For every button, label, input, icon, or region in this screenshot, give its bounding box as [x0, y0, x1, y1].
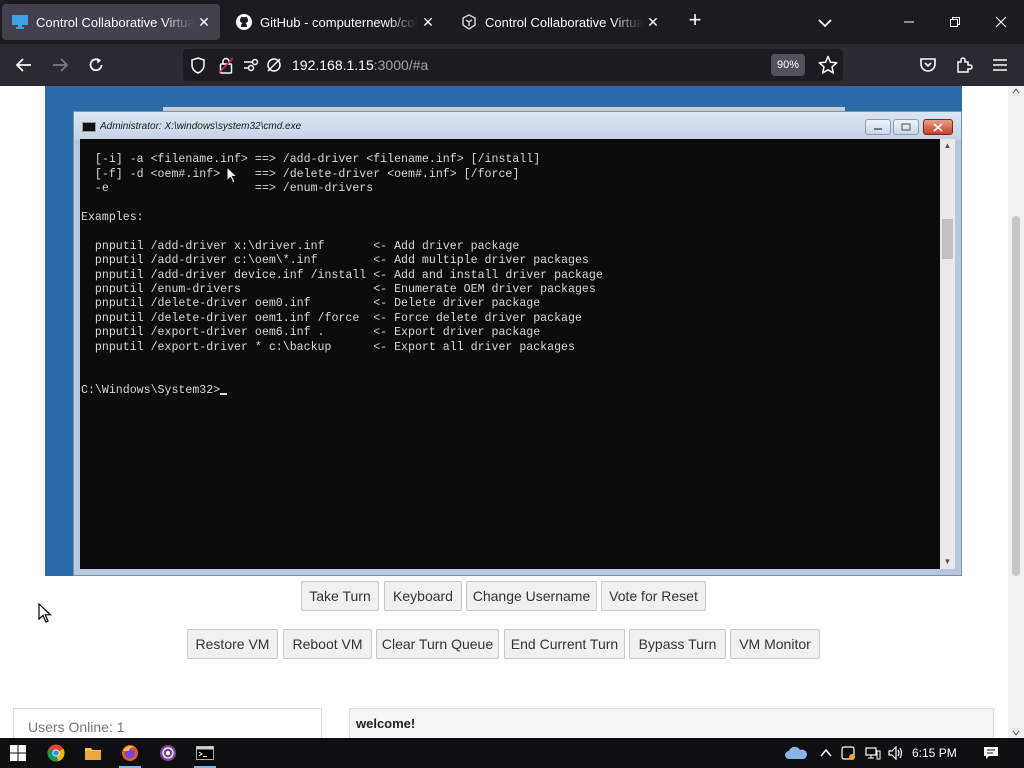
scroll-up-arrow-icon[interactable]: ▲	[942, 141, 953, 151]
console-text: [-i] -a <filename.inf> ==> /add-driver <…	[81, 153, 603, 397]
users-online-panel: Users Online: 1	[13, 708, 322, 738]
app-menu-icon[interactable]	[986, 52, 1014, 78]
console-scrollbar[interactable]: ▲ ▼	[940, 139, 955, 569]
browser-nav-bar: 192.168.1.15:3000/#a 90%	[0, 44, 1024, 86]
taskbar-clock[interactable]: 6:15 PM	[912, 746, 957, 760]
pocket-icon[interactable]	[914, 52, 942, 78]
tab-title: Control Collaborative Virtual Machines	[485, 14, 643, 30]
chrome-icon[interactable]	[41, 741, 71, 765]
cmd-minimize-icon[interactable]	[865, 119, 891, 135]
bypass-turn-button[interactable]: Bypass Turn	[629, 629, 726, 659]
tracking-blocked-icon[interactable]	[265, 56, 283, 74]
list-all-tabs-icon[interactable]	[814, 12, 836, 34]
volume-icon[interactable]	[884, 741, 908, 765]
page-scroll-thumb[interactable]	[1012, 216, 1020, 576]
close-tab-icon[interactable]: ✕	[418, 12, 438, 32]
url-text: 192.168.1.15:3000/#a	[292, 57, 429, 73]
firefox-icon[interactable]	[115, 741, 145, 768]
close-window-icon[interactable]	[978, 0, 1024, 44]
cmd-close-icon[interactable]	[923, 119, 953, 135]
github-icon	[236, 14, 252, 30]
tab-title: Control Collaborative Virtual Machines	[36, 14, 194, 30]
address-bar[interactable]: 192.168.1.15:3000/#a 90%	[183, 49, 843, 81]
cmd-window[interactable]: Administrator: X:\windows\system32\cmd.e…	[73, 111, 962, 576]
vm-controls-row: Restore VM Reboot VM Clear Turn Queue En…	[0, 629, 1008, 659]
change-username-button[interactable]: Change Username	[466, 581, 597, 611]
new-tab-button[interactable]: +	[684, 9, 706, 32]
page-scrollbar[interactable]	[1008, 86, 1024, 738]
extensions-icon[interactable]	[950, 52, 978, 78]
console-scroll-thumb[interactable]	[942, 219, 953, 259]
chat-message: welcome!	[356, 716, 416, 731]
take-turn-button[interactable]: Take Turn	[301, 581, 379, 611]
back-arrow-icon[interactable]	[10, 52, 38, 78]
browser-tab-strip: Control Collaborative Virtual Machines ✕…	[0, 0, 1024, 44]
console-output[interactable]: [-i] -a <filename.inf> ==> /add-driver <…	[80, 139, 940, 569]
tor-browser-icon[interactable]	[153, 741, 183, 765]
notification-app-icon[interactable]	[837, 741, 859, 765]
page-scroll-down-icon[interactable]	[1012, 730, 1020, 736]
vm-mouse-cursor-icon	[226, 166, 238, 184]
minimize-window-icon[interactable]	[886, 0, 932, 44]
clear-turn-queue-button[interactable]: Clear Turn Queue	[376, 629, 499, 659]
windows-start-icon[interactable]	[3, 741, 33, 765]
users-online-count: Users Online: 1	[28, 719, 125, 735]
restore-window-icon[interactable]	[932, 0, 978, 44]
permissions-icon[interactable]	[243, 56, 261, 74]
bookmark-star-icon[interactable]	[817, 54, 839, 76]
cmd-title: Administrator: X:\windows\system32\cmd.e…	[100, 121, 302, 132]
close-tab-icon[interactable]: ✕	[194, 12, 214, 32]
collabvm-page: Administrator: X:\windows\system32\cmd.e…	[0, 86, 1008, 738]
chat-panel[interactable]: welcome!	[349, 708, 994, 738]
shield-icon[interactable]	[189, 56, 207, 74]
restore-vm-button[interactable]: Restore VM	[187, 629, 278, 659]
monitor-icon	[12, 14, 28, 30]
scroll-down-arrow-icon[interactable]: ▼	[942, 557, 953, 567]
collabvm-icon	[461, 14, 477, 30]
keyboard-button[interactable]: Keyboard	[384, 581, 462, 611]
tab-collabvm-1[interactable]: Control Collaborative Virtual Machines ✕	[2, 4, 220, 40]
lock-insecure-icon[interactable]	[217, 56, 235, 74]
network-icon[interactable]	[861, 741, 885, 765]
command-prompt-icon[interactable]	[190, 741, 220, 768]
close-tab-icon[interactable]: ✕	[643, 12, 663, 32]
action-center-icon[interactable]	[976, 741, 1006, 765]
onedrive-cloud-icon[interactable]	[781, 741, 811, 765]
cmd-title-bar[interactable]: Administrator: X:\windows\system32\cmd.e…	[74, 112, 961, 140]
cmd-maximize-icon[interactable]	[893, 119, 919, 135]
windows-taskbar: 6:15 PM	[0, 738, 1024, 768]
reload-icon[interactable]	[82, 52, 110, 78]
zoom-level-badge[interactable]: 90%	[771, 54, 805, 76]
forward-arrow-icon[interactable]	[46, 52, 74, 78]
file-explorer-icon[interactable]	[78, 741, 108, 765]
tab-collabvm-2[interactable]: Control Collaborative Virtual Machines ✕	[451, 4, 669, 40]
cmd-app-icon	[82, 122, 96, 132]
vm-monitor-button[interactable]: VM Monitor	[730, 629, 820, 659]
page-scroll-up-icon[interactable]	[1012, 88, 1020, 94]
tab-title: GitHub - computernewb/collab-vm	[260, 14, 418, 30]
vote-for-reset-button[interactable]: Vote for Reset	[601, 581, 706, 611]
console-text-cursor	[220, 392, 228, 395]
turn-controls-row: Take Turn Keyboard Change Username Vote …	[0, 581, 1008, 611]
tab-github[interactable]: GitHub - computernewb/collab-vm ✕	[226, 4, 444, 40]
end-current-turn-button[interactable]: End Current Turn	[504, 629, 625, 659]
reboot-vm-button[interactable]: Reboot VM	[283, 629, 372, 659]
